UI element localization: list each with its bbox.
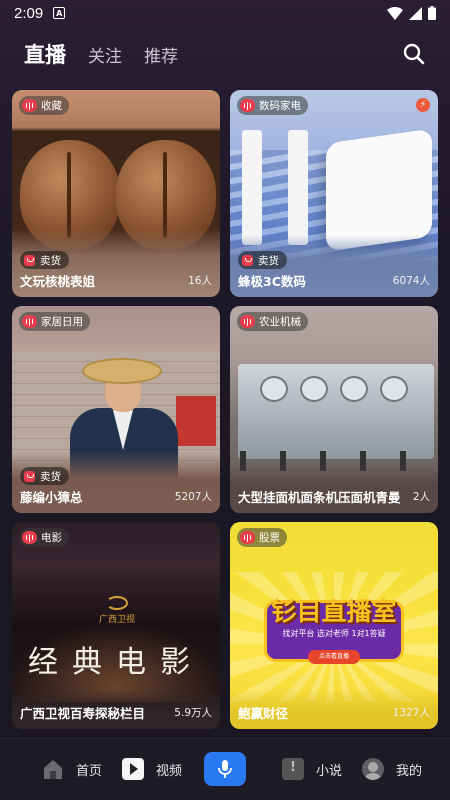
category-label: 收藏 <box>41 100 62 112</box>
thumbnail-title: 钐目直播室 <box>271 597 397 626</box>
live-indicator-icon <box>22 531 37 544</box>
category-tag: 电影 <box>19 528 69 547</box>
status-bar: 2:09 A <box>0 0 450 26</box>
live-indicator-icon <box>22 99 37 112</box>
viewer-count: 5207人 <box>174 490 212 503</box>
voice-search-button[interactable] <box>204 752 246 786</box>
viewer-count: 16人 <box>188 274 212 287</box>
battery-icon <box>428 6 436 20</box>
nav-profile-label: 我的 <box>396 763 423 779</box>
signal-icon <box>409 6 422 20</box>
category-tag: 数码家电 <box>237 96 308 115</box>
thumbnail-subtitle: 找对平台 选对老师 1对1答疑 <box>282 629 386 638</box>
nav-home-label: 首页 <box>76 763 103 779</box>
live-room-grid: 收藏 卖货 文玩核桃表姐 16人 数码家电 ⚡ 卖货 蜂极3C数码 6074人 … <box>12 90 438 729</box>
video-play-icon <box>122 758 144 780</box>
viewer-count: 1327人 <box>392 706 430 719</box>
viewer-count: 5.9万人 <box>174 706 212 719</box>
nav-video-label: 视频 <box>156 763 183 779</box>
tv-station-label: 广西卫视 <box>98 615 135 625</box>
tab-following[interactable]: 关注 <box>88 42 122 67</box>
live-card[interactable]: 数码家电 ⚡ 卖货 蜂极3C数码 6074人 <box>230 90 438 297</box>
live-indicator-icon <box>240 99 255 112</box>
streamer-name: 广西卫视百寿探秘栏目 <box>20 705 146 721</box>
live-card[interactable]: 农业机械 大型挂面机面条机压面机青曼 2人 <box>230 306 438 513</box>
fire-icon: ⚡ <box>416 98 430 112</box>
live-card[interactable]: 钐目直播室 找对平台 选对老师 1对1答疑 点击看直播 股票 鲍赢财径 1327… <box>230 522 438 729</box>
nav-novel[interactable]: 小说 <box>282 758 342 780</box>
nav-profile[interactable]: 我的 <box>362 758 422 780</box>
viewer-count: 6074人 <box>392 274 430 287</box>
category-label: 数码家电 <box>259 100 301 112</box>
streamer-name: 大型挂面机面条机压面机青曼 <box>238 489 401 505</box>
card-footer: 藤编小獐总 5207人 <box>12 479 220 513</box>
wifi-icon <box>387 6 403 20</box>
tab-recommended[interactable]: 推荐 <box>144 42 178 67</box>
bottom-navigation: 首页 视频 小说 我的 <box>0 738 450 800</box>
live-card[interactable]: 家居日用 卖货 藤编小獐总 5207人 <box>12 306 220 513</box>
streamer-name: 藤编小獐总 <box>20 489 83 505</box>
live-card[interactable]: 广西卫视 经典电影 电影 广西卫视百寿探秘栏目 5.9万人 <box>12 522 220 729</box>
card-footer: 文玩核桃表姐 16人 <box>12 263 220 297</box>
thumbnail-title: 经典电影 <box>28 645 204 680</box>
category-tag: 家居日用 <box>19 312 90 331</box>
nav-novel-label: 小说 <box>316 763 343 779</box>
profile-avatar-icon <box>362 758 384 780</box>
card-footer: 鲍赢财径 1327人 <box>230 695 438 729</box>
top-tab-bar: 直播 关注 推荐 <box>0 34 450 74</box>
search-icon[interactable] <box>402 42 426 66</box>
streamer-name: 鲍赢财径 <box>238 705 289 721</box>
thumbnail-pill: 点击看直播 <box>308 650 360 664</box>
nav-video[interactable]: 视频 <box>122 758 182 780</box>
nav-home[interactable]: 首页 <box>42 758 102 780</box>
category-label: 股票 <box>259 532 280 544</box>
category-tag: 股票 <box>237 528 287 547</box>
streamer-name: 蜂极3C数码 <box>238 273 306 289</box>
status-icons <box>387 6 436 20</box>
card-footer: 广西卫视百寿探秘栏目 5.9万人 <box>12 695 220 729</box>
category-tag: 收藏 <box>19 96 69 115</box>
notification-icon: A <box>53 7 66 19</box>
viewer-count: 2人 <box>412 490 430 503</box>
home-icon <box>44 760 62 779</box>
streamer-name: 文玩核桃表姐 <box>20 273 96 289</box>
status-time: 2:09 <box>14 4 44 22</box>
microphone-icon <box>218 760 232 778</box>
live-card[interactable]: 收藏 卖货 文玩核桃表姐 16人 <box>12 90 220 297</box>
card-footer: 大型挂面机面条机压面机青曼 2人 <box>230 479 438 513</box>
category-label: 农业机械 <box>259 316 301 328</box>
live-indicator-icon <box>240 315 255 328</box>
category-tag: 农业机械 <box>237 312 308 331</box>
live-indicator-icon <box>22 315 37 328</box>
tv-station-logo: 广西卫视 <box>92 596 142 625</box>
live-indicator-icon <box>240 531 255 544</box>
live-app-screen: 2:09 A 直播 关注 推荐 收藏 卖货 文玩核桃表姐 16人 数码家电 ⚡ … <box>0 0 450 800</box>
category-label: 家居日用 <box>41 316 83 328</box>
card-footer: 蜂极3C数码 6074人 <box>230 263 438 297</box>
book-icon <box>282 758 304 780</box>
tab-live[interactable]: 直播 <box>24 39 66 69</box>
category-label: 电影 <box>41 532 62 544</box>
